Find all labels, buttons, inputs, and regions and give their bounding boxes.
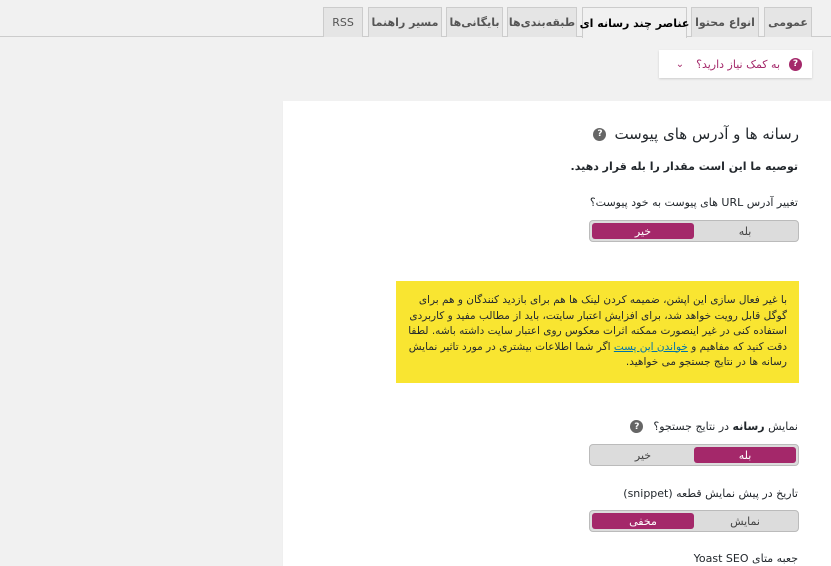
tab-media[interactable]: عناصر چند رسانه ای [580, 7, 689, 38]
section-title: رسانه ها و آدرس های پیوست ? [593, 125, 799, 143]
tab-taxonomies[interactable]: طبقه‌بندی‌ها [507, 7, 577, 37]
show-media-toggle: خیر بله [589, 444, 799, 466]
redirect-attachment-label: تغییر آدرس URL های پیوست به خود پیوست؟ [589, 196, 798, 209]
snippet-date-hide-option[interactable]: مخفی [592, 513, 694, 529]
show-media-help-icon[interactable]: ? [630, 420, 644, 433]
help-icon[interactable]: ? [593, 127, 607, 141]
show-media-no-option[interactable]: خیر [592, 447, 694, 463]
warning-alert: با غیر فعال سازی این اپشن، ضمیمه کردن لی… [396, 281, 799, 383]
show-media-label: نمایش رسانه در نتایج جستجو؟ ? [630, 420, 798, 433]
show-media-label-before: نمایش [768, 420, 798, 433]
chevron-down-icon: ⌄ [675, 58, 685, 70]
show-media-yes-option[interactable]: بله [694, 447, 796, 463]
meta-box-label: جعبه متای Yoast SEO [693, 552, 798, 565]
redirect-attachment-toggle: خیر بله [589, 220, 799, 242]
section-title-text: رسانه ها و آدرس های پیوست [614, 125, 799, 143]
show-media-label-bold: رسانه [732, 420, 765, 433]
show-media-label-after: در نتایج جستجو؟ [653, 420, 730, 433]
help-toggle[interactable]: ? به کمک نیاز دارید؟ ⌄ [659, 50, 812, 78]
help-label: به کمک نیاز دارید؟ [696, 57, 780, 71]
tab-archives[interactable]: بایگانی‌ها [446, 7, 503, 37]
tab-content-types[interactable]: انواع محتوا [691, 7, 759, 37]
alert-link[interactable]: خواندن این پست [614, 341, 688, 353]
tab-breadcrumbs[interactable]: مسیر راهنما [368, 7, 442, 37]
recommendation-text: توصیه ما این است مقدار را بله قرار دهید. [570, 160, 798, 173]
question-icon: ? [789, 57, 802, 71]
tab-rss[interactable]: RSS [323, 7, 363, 37]
redirect-yes-option[interactable]: بله [694, 223, 796, 239]
redirect-no-option[interactable]: خیر [592, 223, 694, 239]
tab-general[interactable]: عمومی [764, 7, 812, 37]
tab-bar: عمومی انواع محتوا عناصر چند رسانه ای طبق… [0, 0, 831, 38]
snippet-date-label: تاریخ در پیش نمایش قطعه (snippet) [623, 487, 798, 500]
snippet-date-show-option[interactable]: نمایش [694, 513, 796, 529]
snippet-date-toggle: مخفی نمایش [589, 510, 799, 532]
